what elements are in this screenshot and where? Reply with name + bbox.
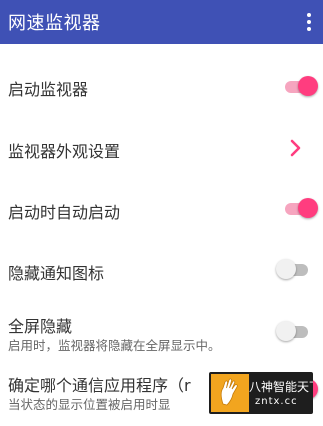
watermark-text: 八神智能天下 [249,380,313,394]
setting-summary: 当状态的显示位置被启用时显 [8,397,171,412]
setting-fullscreen-hide[interactable]: 全屏隐藏 启用时，监视器将隐藏在全屏显示中。 [0,305,323,363]
setting-appearance[interactable]: 监视器外观设置 [0,120,323,176]
chevron-right-icon [290,139,301,157]
setting-summary: 启用时，监视器将隐藏在全屏显示中。 [8,338,221,353]
more-vert-icon[interactable] [299,0,319,44]
watermark: 八神智能天下 zntx.cc [209,372,313,414]
watermark-url: zntx.cc [255,396,298,407]
fullscreen-hide-switch[interactable] [276,320,312,342]
setting-start-monitor[interactable]: 启动监视器 [0,58,323,114]
app-title: 网速监视器 [8,13,101,34]
setting-label: 隐藏通知图标 [8,264,105,283]
hand-logo-icon [211,374,249,412]
setting-label: 确定哪个通信应用程序（r [8,376,191,395]
auto-start-switch[interactable] [283,197,319,219]
setting-label: 启动监视器 [8,80,89,99]
app-bar: 网速监视器 [0,0,323,44]
setting-hide-notification-icon[interactable]: 隐藏通知图标 [0,242,323,298]
setting-label: 启动时自动启动 [8,203,121,222]
hide-notification-icon-switch[interactable] [276,258,312,280]
setting-label: 监视器外观设置 [8,142,121,161]
start-monitor-switch[interactable] [283,75,319,97]
setting-auto-start[interactable]: 启动时自动启动 [0,181,323,237]
setting-label: 全屏隐藏 [8,317,73,336]
